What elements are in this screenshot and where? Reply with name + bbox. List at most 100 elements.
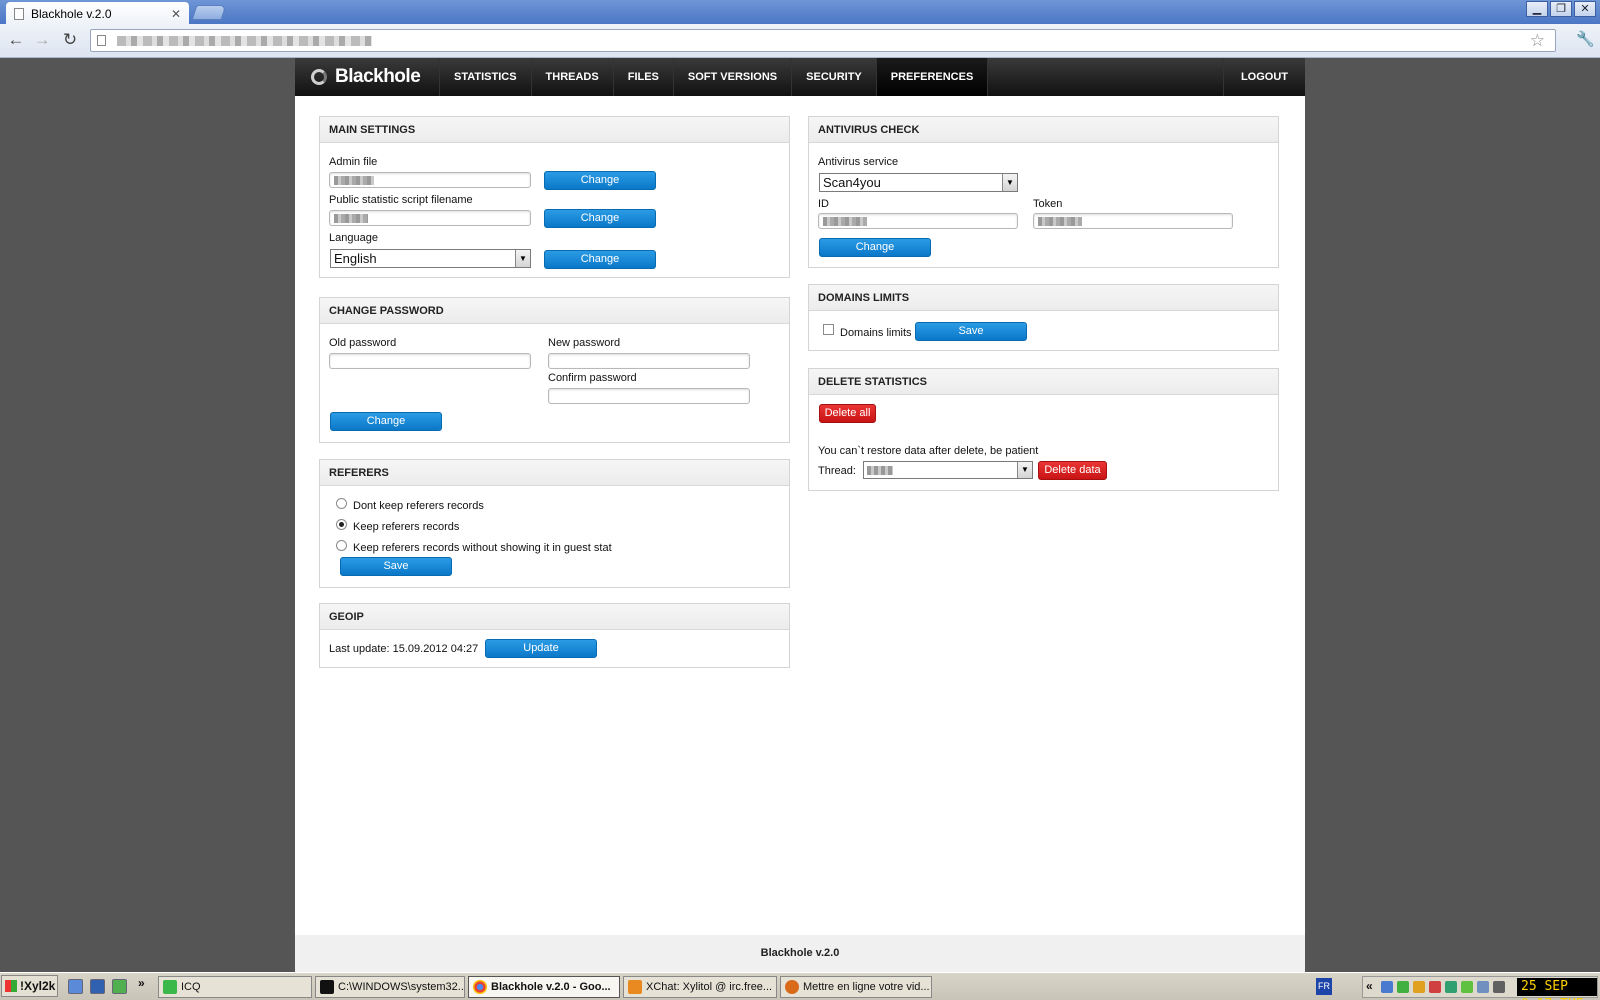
task-label: Blackhole v.2.0 - Goo...: [491, 981, 611, 993]
referers-option-radio[interactable]: [336, 498, 347, 509]
tray-app-icon[interactable]: [1381, 981, 1393, 993]
new-password-input[interactable]: [548, 353, 750, 369]
restore-icon[interactable]: ❐: [1550, 1, 1572, 17]
id-input[interactable]: [818, 213, 1018, 229]
nav-security[interactable]: SECURITY: [792, 58, 877, 96]
nav-files[interactable]: FILES: [614, 58, 674, 96]
tray-app-icon[interactable]: [1493, 981, 1505, 993]
browser-tab[interactable]: Blackhole v.2.0 ✕: [6, 2, 189, 25]
geoip-last-update: Last update: 15.09.2012 04:27: [329, 643, 479, 655]
language-value: English: [334, 251, 377, 266]
tray-app-icon[interactable]: [1397, 981, 1409, 993]
public-script-change-button[interactable]: Change: [544, 209, 656, 228]
panel-title: DOMAINS LIMITS: [809, 285, 1278, 311]
language-label: Language: [329, 232, 378, 244]
dropdown-arrow-icon[interactable]: ▼: [515, 250, 530, 267]
close-tab-icon[interactable]: ✕: [171, 7, 181, 21]
minimize-icon[interactable]: ▁: [1526, 1, 1548, 17]
redacted-value: [334, 214, 368, 223]
change-password-panel: CHANGE PASSWORD Old password New passwor…: [319, 297, 790, 443]
ie-icon[interactable]: [68, 979, 83, 994]
public-script-label: Public statistic script filename: [329, 194, 473, 206]
antivirus-service-value: Scan4you: [823, 175, 881, 190]
reload-icon[interactable]: ↻: [60, 30, 80, 50]
main-nav: Blackhole STATISTICS THREADS FILES SOFT …: [295, 58, 1305, 96]
quicklaunch-app-icon[interactable]: [112, 979, 127, 994]
task-chrome[interactable]: Blackhole v.2.0 - Goo...: [468, 976, 620, 998]
quicklaunch-app-icon[interactable]: [90, 979, 105, 994]
start-button[interactable]: !Xyl2k: [1, 975, 58, 997]
new-tab-button[interactable]: [191, 5, 227, 20]
admin-file-change-button[interactable]: Change: [544, 171, 656, 190]
close-window-icon[interactable]: ✕: [1574, 1, 1596, 17]
logout-link[interactable]: LOGOUT: [1222, 58, 1305, 96]
delete-data-button[interactable]: Delete data: [1038, 461, 1107, 480]
chrome-icon: [473, 980, 487, 994]
nav-preferences[interactable]: PREFERENCES: [876, 58, 989, 96]
task-firefox[interactable]: Mettre en ligne votre vid...: [780, 976, 932, 998]
tray-app-icon[interactable]: [1461, 981, 1473, 993]
tray-app-icon[interactable]: [1429, 981, 1441, 993]
tray-app-icon[interactable]: [1413, 981, 1425, 993]
page-content: Blackhole STATISTICS THREADS FILES SOFT …: [295, 58, 1305, 972]
panel-title: CHANGE PASSWORD: [320, 298, 789, 324]
antivirus-panel: ANTIVIRUS CHECK Antivirus service Scan4y…: [808, 116, 1279, 268]
wrench-icon[interactable]: 🔧: [1576, 30, 1595, 48]
task-label: ICQ: [181, 981, 201, 993]
clock[interactable]: 25 SEP 0:17 TUE: [1517, 978, 1597, 1000]
thread-select[interactable]: ▼: [863, 461, 1033, 479]
windows-logo-icon: [5, 980, 17, 992]
task-cmd[interactable]: C:\WINDOWS\system32...: [315, 976, 465, 998]
redacted-value: [1038, 217, 1082, 226]
change-password-button[interactable]: Change: [330, 412, 442, 431]
antivirus-change-button[interactable]: Change: [819, 238, 931, 257]
task-icq[interactable]: ICQ: [158, 976, 312, 998]
dropdown-arrow-icon[interactable]: ▼: [1002, 174, 1017, 191]
domains-limits-save-button[interactable]: Save: [915, 322, 1027, 341]
domains-limits-checkbox[interactable]: [823, 324, 834, 335]
start-label: !Xyl2k: [20, 979, 56, 993]
token-input[interactable]: [1033, 213, 1233, 229]
blackhole-logo-icon: [311, 69, 327, 85]
panel-title: GEOIP: [320, 604, 789, 630]
confirm-password-input[interactable]: [548, 388, 750, 404]
nav-soft-versions[interactable]: SOFT VERSIONS: [674, 58, 793, 96]
admin-file-label: Admin file: [329, 156, 378, 168]
redacted-url: [117, 36, 372, 46]
icq-icon: [163, 980, 177, 994]
back-icon[interactable]: ←: [6, 30, 26, 50]
referers-option-radio[interactable]: [336, 540, 347, 551]
referers-save-button[interactable]: Save: [340, 557, 452, 576]
tray-app-icon[interactable]: [1445, 981, 1457, 993]
delete-all-button[interactable]: Delete all: [819, 404, 876, 423]
language-select[interactable]: English ▼: [330, 249, 531, 268]
dropdown-arrow-icon[interactable]: ▼: [1017, 462, 1032, 478]
admin-file-input[interactable]: [329, 172, 531, 188]
taskbar: !Xyl2k » ICQ C:\WINDOWS\system32... Blac…: [0, 972, 1600, 1000]
geoip-panel: GEOIP Last update: 15.09.2012 04:27 Upda…: [319, 603, 790, 668]
public-script-input[interactable]: [329, 210, 531, 226]
language-indicator[interactable]: FR: [1316, 978, 1332, 995]
redacted-value: [867, 466, 893, 475]
nav-statistics[interactable]: STATISTICS: [440, 58, 532, 96]
forward-icon[interactable]: →: [32, 30, 52, 50]
language-change-button[interactable]: Change: [544, 250, 656, 269]
tray-expand-icon[interactable]: «: [1366, 979, 1373, 993]
bookmark-star-icon[interactable]: ☆: [1530, 31, 1545, 51]
domains-limits-label: Domains limits: [840, 327, 912, 339]
antivirus-service-select[interactable]: Scan4you ▼: [819, 173, 1018, 192]
quicklaunch-more-icon[interactable]: »: [138, 976, 145, 990]
tray-app-icon[interactable]: [1477, 981, 1489, 993]
nav-threads[interactable]: THREADS: [532, 58, 614, 96]
task-label: C:\WINDOWS\system32...: [338, 981, 465, 993]
referers-option-radio[interactable]: [336, 519, 347, 530]
panel-title: ANTIVIRUS CHECK: [809, 117, 1278, 143]
geoip-update-button[interactable]: Update: [485, 639, 597, 658]
old-password-label: Old password: [329, 337, 397, 349]
page-footer: Blackhole v.2.0: [295, 935, 1305, 972]
address-bar[interactable]: ☆: [90, 29, 1556, 52]
task-xchat[interactable]: XChat: Xylitol @ irc.free...: [623, 976, 777, 998]
antivirus-service-label: Antivirus service: [818, 156, 899, 168]
old-password-input[interactable]: [329, 353, 531, 369]
logo[interactable]: Blackhole: [295, 58, 440, 96]
